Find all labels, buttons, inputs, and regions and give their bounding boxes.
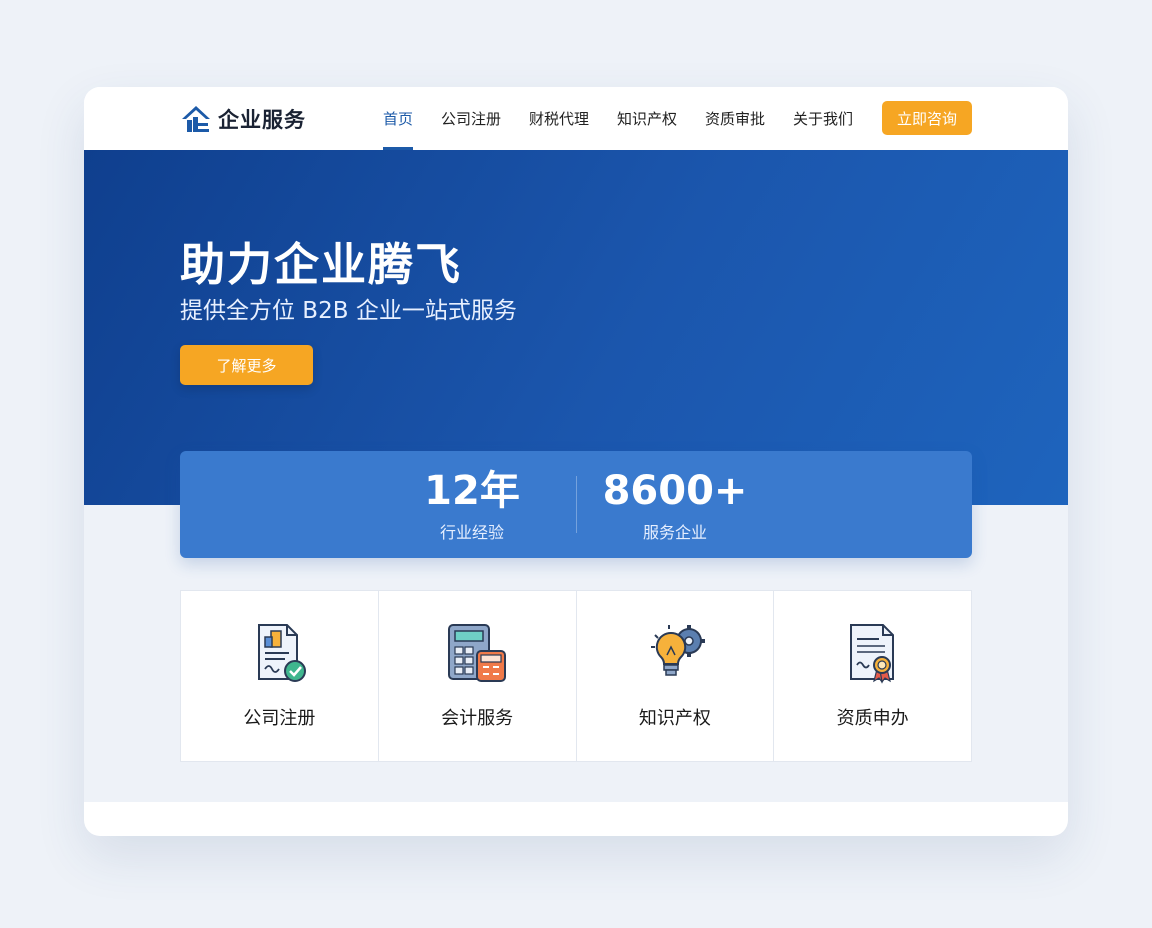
company-registration-icon [258,624,307,682]
service-card-company-registration[interactable]: 公司注册 [181,591,379,761]
service-label: 资质申办 [836,708,909,729]
stat-value: 8600+ [602,468,748,514]
service-card-qualification[interactable]: 资质申办 [774,591,971,761]
stat-divider [576,476,577,533]
consult-now-button[interactable]: 立即咨询 [882,101,972,135]
certificate-icon [849,624,894,684]
browser-frame: 企业服务 首页 公司注册 财税代理 知识产权 资质审批 关于我们 立即咨询 助力… [84,87,1068,836]
hero-subtitle: 提供全方位 B2B 企业一站式服务 [180,298,517,324]
brand-name: 企业服务 [218,108,306,132]
nav-item-home[interactable]: 首页 [383,108,413,129]
calculator-icon [448,624,507,682]
service-label: 会计服务 [441,708,514,729]
service-label: 知识产权 [638,708,711,729]
company-logo-icon [182,106,210,132]
nav-item-ip[interactable]: 知识产权 [617,108,677,129]
site-logo[interactable]: 企业服务 [180,103,306,135]
service-card-accounting[interactable]: 会计服务 [379,591,577,761]
stat-value: 12年 [424,468,520,514]
service-card-ip[interactable]: 知识产权 [577,591,775,761]
site-header: 企业服务 首页 公司注册 财税代理 知识产权 资质审批 关于我们 立即咨询 [84,87,1068,150]
stat-label: 行业经验 [439,523,504,542]
nav-item-tax-agency[interactable]: 财税代理 [529,108,589,129]
stat-label: 服务企业 [642,523,707,542]
nav-item-company-registration[interactable]: 公司注册 [441,108,501,129]
service-cards: 公司注册 会计服务 知识产权 资质申办 [180,590,972,762]
stat-experience: 12年 行业经验 [407,467,537,543]
stat-clients: 8600+ 服务企业 [600,467,750,543]
nav-item-about[interactable]: 关于我们 [793,108,853,129]
nav-item-qualification[interactable]: 资质审批 [705,108,765,129]
service-label: 公司注册 [243,708,316,729]
hero-title: 助力企业腾飞 [180,238,463,291]
learn-more-button[interactable]: 了解更多 [180,345,313,385]
stats-panel: 12年 行业经验 8600+ 服务企业 [180,451,972,558]
lightbulb-gear-icon [650,625,705,676]
